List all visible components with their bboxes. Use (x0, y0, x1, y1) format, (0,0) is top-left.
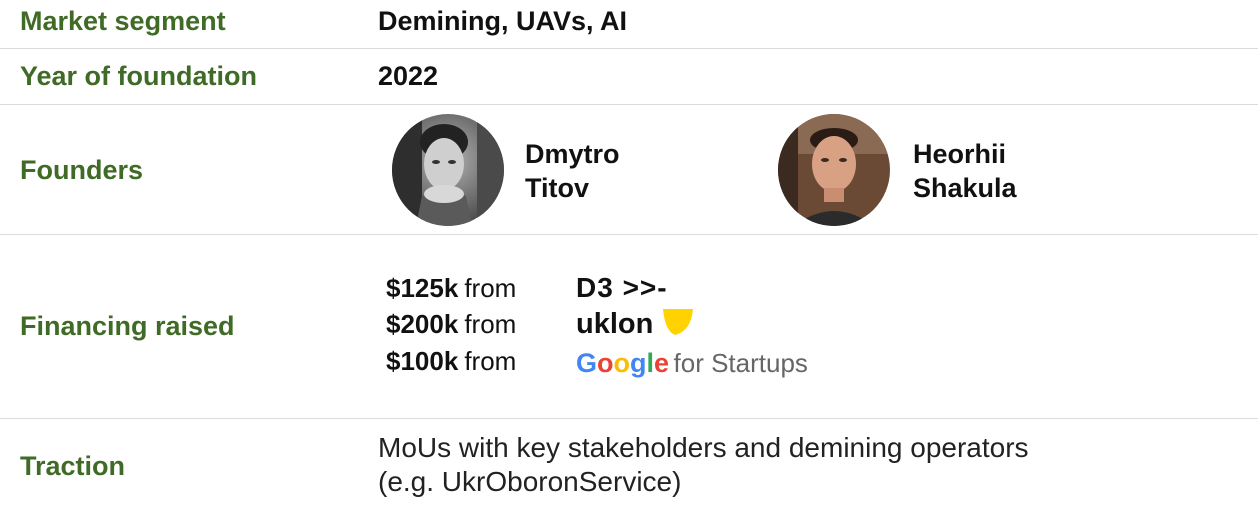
row-year-of-foundation: Year of foundation 2022 (0, 49, 1258, 105)
market-segment-label: Market segment (20, 6, 226, 36)
founders-label: Founders (20, 155, 144, 185)
traction-label: Traction (20, 451, 126, 481)
uklon-mark-icon (662, 309, 693, 335)
founder-avatar-heorhii (778, 114, 890, 226)
financing-item: $125k from (386, 270, 516, 306)
financing-amount: $125k (386, 273, 459, 303)
google-for-startups-logo: Google for Startups (576, 348, 808, 378)
financing-from: from (464, 309, 517, 339)
year-of-foundation-value: 2022 (378, 61, 439, 91)
uklon-wordmark: uklon (576, 308, 654, 340)
traction-text: MoUs with key stakeholders and demining … (378, 431, 1029, 499)
traction-line-1: MoUs with key stakeholders and demining … (378, 432, 1029, 463)
uklon-logo: uklon (576, 306, 695, 347)
financing-raised-label: Financing raised (20, 311, 235, 341)
row-financing-raised: Financing raised $125k from D3 >>- $200k f… (0, 235, 1258, 419)
row-founders: Founders Dmytro Titov Heorhii Shakula (0, 105, 1258, 235)
row-market-segment: Market segment Demining, UAVs, AI (0, 0, 1258, 49)
founder-avatar-dmytro (392, 114, 504, 226)
financing-item: $200k from (386, 306, 516, 342)
d3-logo: D3 >>- (576, 272, 668, 303)
financing-amount: $200k (386, 309, 459, 339)
row-traction: Traction MoUs with key stakeholders and … (0, 419, 1258, 507)
founder-name-dmytro: Dmytro Titov (525, 139, 620, 203)
financing-amount: $100k (386, 346, 459, 376)
market-segment-value: Demining, UAVs, AI (378, 6, 628, 36)
financing-item: $100k from (386, 343, 516, 379)
year-of-foundation-label: Year of foundation (20, 61, 258, 91)
financing-from: from (464, 273, 517, 303)
financing-from: from (464, 346, 517, 376)
traction-line-2: (e.g. UkrOboronService) (378, 466, 682, 497)
google-for-startups-text: for Startups (673, 348, 808, 378)
founder-name-heorhii: Heorhii Shakula (913, 139, 1017, 203)
